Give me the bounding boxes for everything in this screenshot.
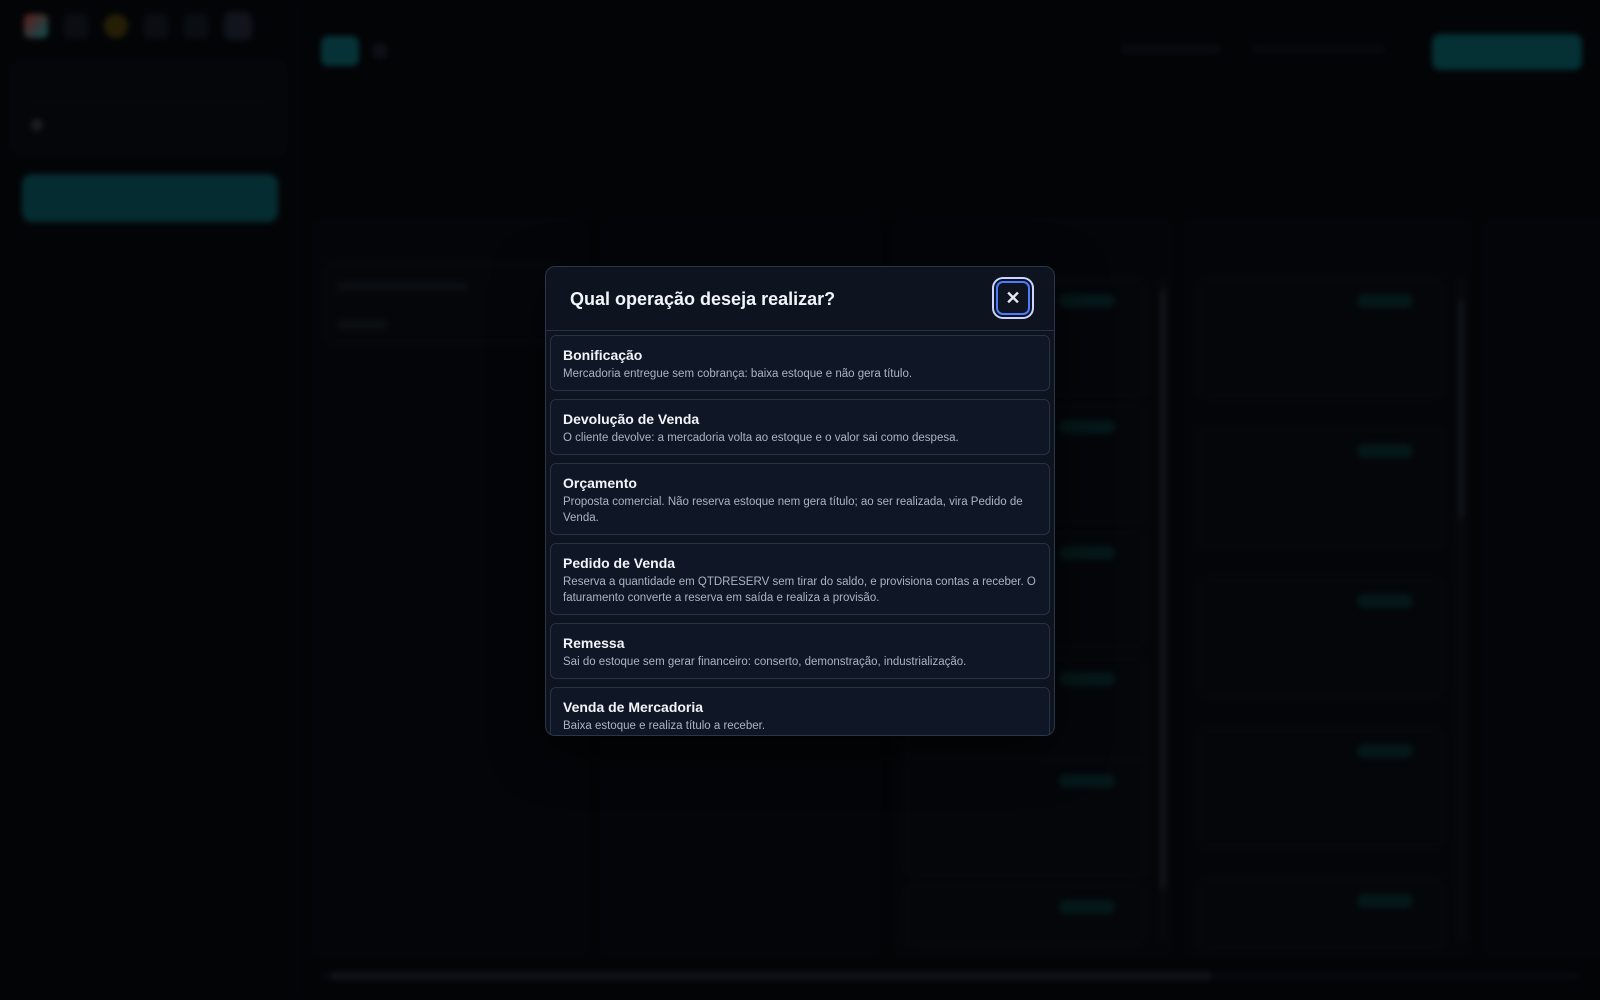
operation-option-devolucao-de-venda[interactable]: Devolução de Venda O cliente devolve: a …: [550, 399, 1050, 455]
close-button[interactable]: ✕: [996, 281, 1030, 315]
operation-description: Mercadoria entregue sem cobrança: baixa …: [563, 368, 913, 380]
operation-description: Baixa estoque e realiza título a receber…: [563, 720, 766, 732]
operation-title: Bonificação: [563, 347, 643, 363]
operation-description: O cliente devolve: a mercadoria volta ao…: [563, 432, 959, 444]
operation-option-orcamento[interactable]: Orçamento Proposta comercial. Não reserv…: [550, 463, 1050, 535]
operation-title: Pedido de Venda: [563, 555, 676, 571]
modal-title: Qual operação deseja realizar?: [570, 289, 836, 309]
operation-title: Devolução de Venda: [563, 411, 700, 427]
operation-option-bonificacao[interactable]: Bonificação Mercadoria entregue sem cobr…: [550, 335, 1050, 391]
operation-list: Bonificação Mercadoria entregue sem cobr…: [550, 335, 1050, 735]
operation-description: Proposta comercial. Não reserva estoque …: [563, 496, 1023, 524]
operation-option-remessa[interactable]: Remessa Sai do estoque sem gerar finance…: [550, 623, 1050, 679]
operation-description: Reserva a quantidade em QTDRESERV sem ti…: [563, 576, 1036, 604]
operation-description: Sai do estoque sem gerar financeiro: con…: [563, 656, 967, 668]
operation-select-modal: Qual operação deseja realizar? ✕ Bonific…: [545, 266, 1055, 736]
modal-header: Qual operação deseja realizar? ✕: [546, 267, 1054, 331]
operation-title: Orçamento: [563, 475, 637, 491]
operation-option-venda-de-mercadoria[interactable]: Venda de Mercadoria Baixa estoque e real…: [550, 687, 1050, 735]
app-root: Qual operação deseja realizar? ✕ Bonific…: [0, 0, 1600, 1000]
close-icon: ✕: [1005, 288, 1021, 308]
operation-option-pedido-de-venda[interactable]: Pedido de Venda Reserva a quantidade em …: [550, 543, 1050, 615]
operation-title: Venda de Mercadoria: [563, 699, 704, 715]
operation-title: Remessa: [563, 635, 625, 651]
